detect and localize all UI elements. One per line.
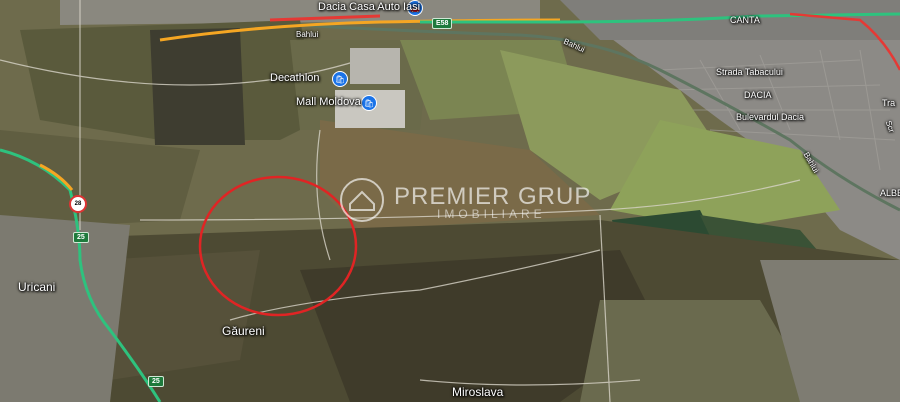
- label-albe: ALBE: [880, 188, 900, 198]
- watermark-logo: [340, 178, 384, 222]
- road-shield-25-top: 25: [73, 232, 89, 243]
- label-decathlon[interactable]: Decathlon: [270, 72, 320, 84]
- label-gaureni[interactable]: Găureni: [222, 324, 265, 338]
- label-canta[interactable]: CANTA: [730, 15, 760, 25]
- label-mall-moldova[interactable]: Mall Moldova: [296, 96, 361, 108]
- label-bulevardul-dacia[interactable]: Bulevardul Dacia: [736, 112, 804, 122]
- shopping-bag-icon[interactable]: 🛍: [332, 71, 348, 87]
- label-dacia-casa-auto[interactable]: Dacia Casa Auto Iasi: [318, 1, 420, 13]
- shopping-bag-icon[interactable]: 🛍: [361, 95, 377, 111]
- road-shield-28: 28: [69, 195, 87, 213]
- road-shield-e58: E58: [432, 18, 453, 29]
- label-dacia[interactable]: DACIA: [744, 90, 772, 100]
- label-miroslava[interactable]: Miroslava: [452, 385, 503, 399]
- road-shield-25-bottom: 25: [148, 376, 164, 387]
- watermark-subtitle: IMOBILIARE: [437, 207, 546, 221]
- label-bahlui-1: Bahlui: [296, 30, 319, 39]
- label-tra: Tra: [882, 98, 896, 108]
- label-uricani[interactable]: Uricani: [18, 280, 55, 294]
- label-strada-tabacului[interactable]: Strada Tabacului: [716, 67, 783, 77]
- satellite-map[interactable]: PREMIER GRUP IMOBILIARE 🚗 Dacia Casa Aut…: [0, 0, 900, 402]
